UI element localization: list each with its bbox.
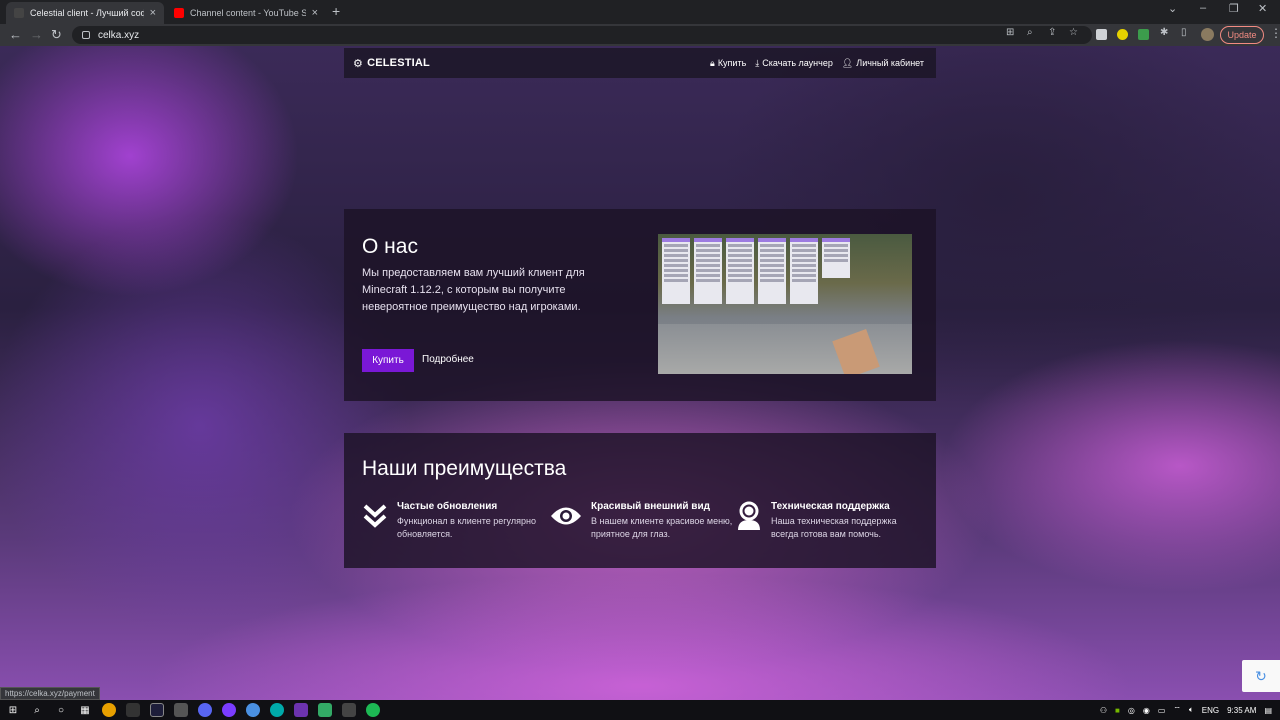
browser-toolbar: ← → ↻ celka.xyz ⊞ ⌕ ⇪ ☆ ✱ ▯ Update ⋮ xyxy=(0,24,1280,46)
about-heading: О нас xyxy=(362,235,418,258)
puzzle-extensions-icon[interactable]: ✱ xyxy=(1160,27,1168,38)
tray-app-icon[interactable]: ◉ xyxy=(1143,706,1150,715)
site-logo[interactable]: ⚙ CELESTIAL xyxy=(353,57,430,70)
nvidia-icon[interactable]: ■ xyxy=(1115,706,1120,715)
extension-icon[interactable] xyxy=(1117,29,1128,40)
battery-icon[interactable]: ▭ xyxy=(1158,706,1166,715)
network-icon[interactable]: ⌔ xyxy=(1173,705,1181,715)
extension-icon[interactable] xyxy=(1138,29,1149,40)
nav-label: Личный кабинет xyxy=(856,58,924,68)
restore-icon[interactable]: ❐ xyxy=(1229,2,1239,15)
zoom-icon[interactable]: ⌕ xyxy=(1027,27,1033,38)
notifications-icon[interactable]: ▤ xyxy=(1264,706,1272,715)
share-icon[interactable]: ⇪ xyxy=(1048,27,1056,38)
clock[interactable]: 9:35 AM xyxy=(1227,706,1256,715)
nav-label: Скачать лаунчер xyxy=(762,58,833,68)
advantage-item: Красивый внешний вид В нашем клиенте кра… xyxy=(550,501,741,541)
more-menu-icon[interactable]: ⋮ xyxy=(1270,26,1280,40)
volume-icon[interactable]: 🔈︎ xyxy=(1189,705,1194,715)
app-icon[interactable] xyxy=(342,703,356,717)
discord-icon[interactable] xyxy=(198,703,212,717)
visual-studio-icon[interactable] xyxy=(294,703,308,717)
close-tab-icon[interactable]: × xyxy=(150,7,156,19)
advantage-desc: Наша техническая поддержка всегда готова… xyxy=(771,516,897,539)
celestial-favicon-icon xyxy=(14,8,24,18)
recaptcha-badge[interactable]: ↻ xyxy=(1242,660,1280,692)
advantage-desc: В нашем клиенте красивое меню, приятное … xyxy=(591,516,733,539)
search-icon[interactable]: ⌕ xyxy=(30,703,44,717)
advantage-title: Частые обновления xyxy=(397,501,498,512)
windows-taskbar: ⊞ ⌕ ○ ▦ ⚇ ■ ◎ ◉ ▭ ⌔ 🔈︎ ENG 9:35 AM ▤ xyxy=(0,700,1280,720)
site-navbar: ⚙ CELESTIAL 🔒︎ Купить ⤓ Скачать лаунчер … xyxy=(344,48,936,78)
support-agent-icon xyxy=(736,501,762,531)
url-text: celka.xyz xyxy=(98,29,140,41)
tab-title: Celestial client - Лучший софт д xyxy=(30,8,144,18)
spotify-icon[interactable] xyxy=(366,703,380,717)
back-icon[interactable]: ← xyxy=(9,27,22,42)
nav-buy-link[interactable]: 🔒︎ Купить xyxy=(710,58,746,69)
lock-icon xyxy=(82,31,90,39)
chrome-icon[interactable] xyxy=(102,703,116,717)
advantages-heading: Наши преимущества xyxy=(362,457,567,480)
update-button[interactable]: Update xyxy=(1220,26,1264,44)
buy-button[interactable]: Купить xyxy=(362,349,414,372)
close-window-icon[interactable]: ✕ xyxy=(1258,2,1267,15)
tray-app-icon[interactable]: ◎ xyxy=(1128,706,1135,715)
gear-icon: ⚙ xyxy=(353,57,364,70)
tab-search-icon[interactable]: ⌄ xyxy=(1168,2,1177,15)
browser-tabstrip: Celestial client - Лучший софт д × Chann… xyxy=(0,0,1280,24)
advantage-item: Техническая поддержка Наша техническая п… xyxy=(736,501,921,541)
nav-account-link[interactable]: 👤︎ Личный кабинет xyxy=(842,58,924,69)
tab-title: Channel content - YouTube Studi xyxy=(190,8,306,18)
page-viewport: ⚙ CELESTIAL 🔒︎ Купить ⤓ Скачать лаунчер … xyxy=(0,46,1280,700)
download-icon: ⤓ xyxy=(755,57,760,68)
side-panel-icon[interactable]: ▯ xyxy=(1181,27,1187,38)
translate-icon[interactable]: ⊞ xyxy=(1006,27,1014,38)
app-icon[interactable] xyxy=(126,703,140,717)
advantages-card: Наши преимущества Частые обновления Функ… xyxy=(344,433,936,568)
about-card: О нас Мы предоставляем вам лучший клиент… xyxy=(344,209,936,401)
tab-celestial[interactable]: Celestial client - Лучший софт д × xyxy=(6,2,164,24)
advantage-title: Техническая поддержка xyxy=(771,501,890,512)
advantage-title: Красивый внешний вид xyxy=(591,501,710,512)
profile-avatar[interactable] xyxy=(1201,28,1214,41)
nav-download-link[interactable]: ⤓ Скачать лаунчер xyxy=(755,58,833,69)
minimize-icon[interactable]: – xyxy=(1200,2,1206,14)
tab-youtube-studio[interactable]: Channel content - YouTube Studi × xyxy=(166,2,326,24)
bag-icon: 🔒︎ xyxy=(710,57,715,68)
file-explorer-icon[interactable] xyxy=(174,703,188,717)
nav-label: Купить xyxy=(717,58,747,68)
more-link[interactable]: Подробнее xyxy=(422,354,474,365)
people-icon[interactable]: ⚇ xyxy=(1100,706,1107,715)
double-chevron-down-icon xyxy=(362,501,388,531)
nav-links: 🔒︎ Купить ⤓ Скачать лаунчер 👤︎ Личный ка… xyxy=(710,58,924,69)
edge-icon[interactable] xyxy=(270,703,284,717)
cortana-icon[interactable]: ○ xyxy=(54,703,68,717)
bookmark-star-icon[interactable]: ☆ xyxy=(1069,27,1078,38)
task-view-icon[interactable]: ▦ xyxy=(78,703,92,717)
forward-icon[interactable]: → xyxy=(30,27,43,42)
extension-icon[interactable] xyxy=(1096,29,1107,40)
about-text: Мы предоставляем вам лучший клиент для M… xyxy=(362,267,585,313)
logo-text: CELESTIAL xyxy=(367,57,430,69)
advantage-item: Частые обновления Функционал в клиенте р… xyxy=(362,501,547,541)
app-icon[interactable] xyxy=(222,703,236,717)
app-icon[interactable] xyxy=(318,703,332,717)
client-screenshot xyxy=(658,234,912,374)
user-icon: 👤︎ xyxy=(841,57,854,68)
advantage-desc: Функционал в клиенте регулярно обновляет… xyxy=(397,516,536,539)
app-icon[interactable] xyxy=(246,703,260,717)
close-tab-icon[interactable]: × xyxy=(312,7,318,19)
reload-icon[interactable]: ↻ xyxy=(51,27,62,43)
jetbrains-icon[interactable] xyxy=(150,703,164,717)
youtube-favicon-icon xyxy=(174,8,184,18)
system-tray: ⚇ ■ ◎ ◉ ▭ ⌔ 🔈︎ ENG 9:35 AM ▤ xyxy=(1100,705,1272,715)
eye-icon xyxy=(550,501,582,531)
address-bar[interactable]: celka.xyz xyxy=(72,26,1092,44)
new-tab-button[interactable]: + xyxy=(332,3,340,19)
link-status-bar: https://celka.xyz/payment xyxy=(0,687,100,700)
windows-start-icon[interactable]: ⊞ xyxy=(6,703,20,717)
language-indicator[interactable]: ENG xyxy=(1202,706,1219,715)
